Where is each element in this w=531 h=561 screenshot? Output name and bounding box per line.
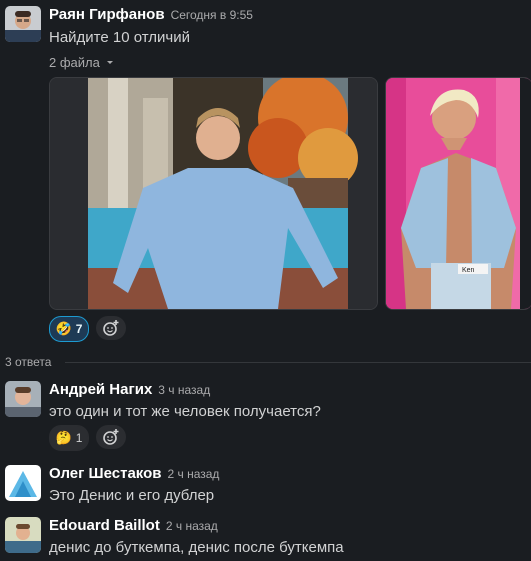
rofl-emoji-icon: 🤣 <box>55 321 72 336</box>
author-name[interactable]: Андрей Нагих <box>49 381 152 398</box>
files-count-label: 2 файла <box>49 55 100 70</box>
waistband-label: Ken <box>462 267 475 274</box>
timestamp[interactable]: 2 ч назад <box>168 467 220 481</box>
image-attachment-1[interactable] <box>49 77 378 310</box>
author-name[interactable]: Раян Гирфанов <box>49 6 165 23</box>
replies-divider <box>65 362 531 363</box>
next-image-arrow[interactable] <box>520 78 531 309</box>
reaction-thinking[interactable]: 🤔 1 <box>49 425 89 451</box>
timestamp[interactable]: 2 ч назад <box>166 519 218 533</box>
avatar-edouard[interactable] <box>5 517 41 553</box>
photo-man-fountain <box>50 78 377 309</box>
replies-count-label: 3 ответа <box>5 355 52 369</box>
author-name[interactable]: Edouard Baillot <box>49 517 160 534</box>
message-text: это один и тот же человек получается? <box>49 403 321 420</box>
add-reaction-button[interactable] <box>96 425 126 449</box>
message-text: Это Денис и его дублер <box>49 487 215 504</box>
avatar-rayan[interactable] <box>5 6 41 42</box>
add-reaction-icon <box>103 320 119 336</box>
avatar-oleg[interactable] <box>5 465 41 501</box>
reaction-count: 7 <box>75 322 83 336</box>
add-reaction-button[interactable] <box>96 316 126 340</box>
chevron-down-icon <box>105 55 115 70</box>
files-toggle[interactable]: 2 файла <box>49 55 115 70</box>
reaction-count: 1 <box>75 431 83 445</box>
image-attachment-2[interactable]: Ken <box>385 77 531 310</box>
thinking-emoji-icon: 🤔 <box>55 430 72 445</box>
photo-ken-barbie: Ken <box>386 78 531 309</box>
timestamp[interactable]: Сегодня в 9:55 <box>171 8 253 22</box>
message-text: Найдите 10 отличий <box>49 29 191 46</box>
reaction-rofl[interactable]: 🤣 7 <box>49 316 89 342</box>
timestamp[interactable]: 3 ч назад <box>158 383 210 397</box>
author-name[interactable]: Олег Шестаков <box>49 465 162 482</box>
add-reaction-icon <box>103 429 119 445</box>
avatar-andrey[interactable] <box>5 381 41 417</box>
message-text: денис до буткемпа, денис после буткемпа <box>49 539 344 556</box>
